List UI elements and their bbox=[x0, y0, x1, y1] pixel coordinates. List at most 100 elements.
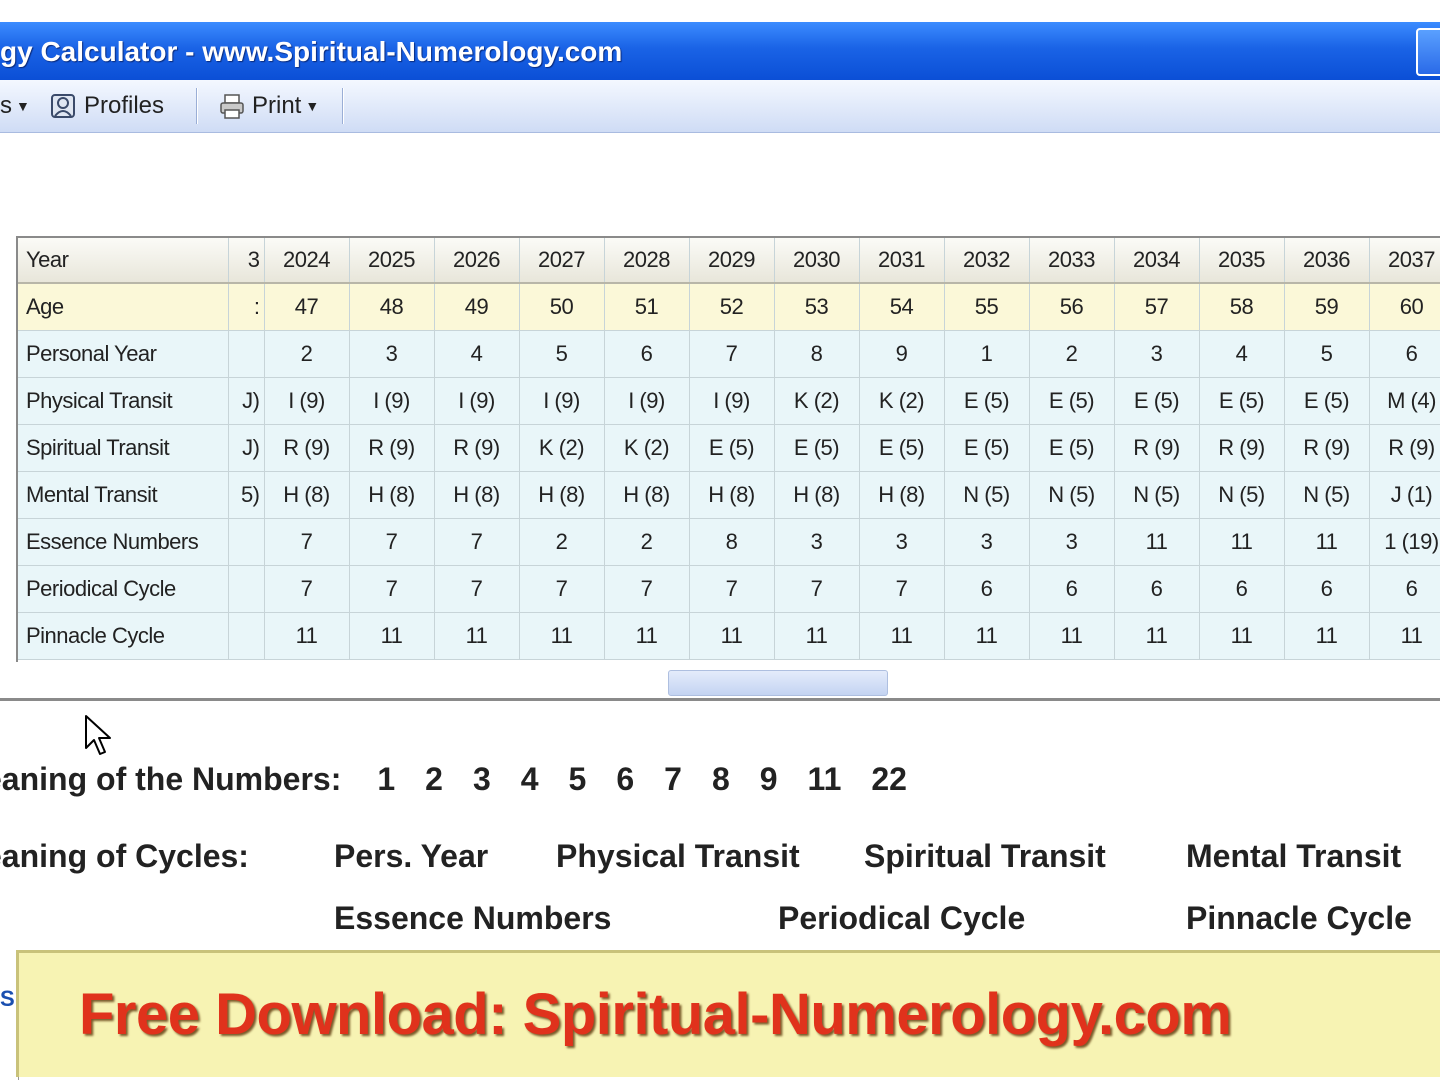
link-mental-transit[interactable]: Mental Transit bbox=[1186, 838, 1401, 875]
year-header-cell[interactable]: 2037 bbox=[1369, 238, 1440, 284]
table-cell[interactable]: I (9) bbox=[434, 377, 520, 425]
table-cell[interactable]: E (5) bbox=[1029, 424, 1115, 472]
table-cell[interactable]: 4 bbox=[1199, 330, 1285, 378]
table-cell[interactable]: H (8) bbox=[264, 471, 350, 519]
table-cell[interactable]: 3 bbox=[349, 330, 435, 378]
table-cell[interactable] bbox=[228, 565, 265, 613]
table-cell[interactable]: N (5) bbox=[1284, 471, 1370, 519]
print-button[interactable]: Print ▼ bbox=[218, 90, 319, 122]
number-link-1[interactable]: 1 bbox=[377, 761, 395, 798]
table-cell[interactable]: M (4) bbox=[1369, 377, 1440, 425]
table-cell[interactable]: I (9) bbox=[519, 377, 605, 425]
table-cell[interactable]: 52 bbox=[689, 283, 775, 331]
table-cell[interactable]: R (9) bbox=[434, 424, 520, 472]
table-cell[interactable]: 1 (19) bbox=[1369, 518, 1440, 566]
table-cell[interactable]: 8 bbox=[689, 518, 775, 566]
table-cell[interactable]: K (2) bbox=[519, 424, 605, 472]
table-cell[interactable]: 55 bbox=[944, 283, 1030, 331]
table-cell[interactable]: 54 bbox=[859, 283, 945, 331]
number-link-22[interactable]: 22 bbox=[871, 761, 907, 798]
table-cell[interactable]: 3 bbox=[1114, 330, 1200, 378]
table-cell[interactable]: 11 bbox=[1199, 612, 1285, 660]
table-cell[interactable]: 8 bbox=[774, 330, 860, 378]
table-cell[interactable]: E (5) bbox=[944, 377, 1030, 425]
table-cell[interactable]: 50 bbox=[519, 283, 605, 331]
table-cell[interactable]: 6 bbox=[1199, 565, 1285, 613]
table-cell[interactable]: 6 bbox=[1029, 565, 1115, 613]
table-cell[interactable]: 11 bbox=[1114, 612, 1200, 660]
table-cell[interactable]: 7 bbox=[434, 565, 520, 613]
table-cell[interactable]: N (5) bbox=[1199, 471, 1285, 519]
table-cell[interactable]: 49 bbox=[434, 283, 520, 331]
table-cell[interactable]: E (5) bbox=[1114, 377, 1200, 425]
table-cell[interactable]: H (8) bbox=[349, 471, 435, 519]
table-cell[interactable]: 3 bbox=[774, 518, 860, 566]
year-header-cell[interactable]: 2031 bbox=[859, 238, 945, 284]
table-cell[interactable]: 5 bbox=[519, 330, 605, 378]
table-cell[interactable]: 2 bbox=[1029, 330, 1115, 378]
table-cell[interactable]: 9 bbox=[859, 330, 945, 378]
table-cell[interactable]: 11 bbox=[774, 612, 860, 660]
table-cell[interactable]: 2 bbox=[604, 518, 690, 566]
table-cell[interactable]: N (5) bbox=[1029, 471, 1115, 519]
number-link-3[interactable]: 3 bbox=[473, 761, 491, 798]
table-cell[interactable]: 11 bbox=[1284, 518, 1370, 566]
scrollbar-thumb[interactable] bbox=[668, 670, 888, 696]
table-cell[interactable]: J) bbox=[228, 377, 265, 425]
year-header-cell[interactable]: 2033 bbox=[1029, 238, 1115, 284]
table-cell[interactable]: I (9) bbox=[264, 377, 350, 425]
table-cell[interactable]: 3 bbox=[944, 518, 1030, 566]
table-cell[interactable]: E (5) bbox=[689, 424, 775, 472]
year-header-cell[interactable]: 2034 bbox=[1114, 238, 1200, 284]
number-link-9[interactable]: 9 bbox=[760, 761, 778, 798]
table-cell[interactable]: 3 bbox=[859, 518, 945, 566]
year-header-cell[interactable]: 2027 bbox=[519, 238, 605, 284]
table-cell[interactable]: 7 bbox=[264, 518, 350, 566]
table-cell[interactable]: 53 bbox=[774, 283, 860, 331]
table-cell[interactable]: 7 bbox=[434, 518, 520, 566]
table-cell[interactable]: I (9) bbox=[689, 377, 775, 425]
table-cell[interactable]: 2 bbox=[519, 518, 605, 566]
year-header-cell[interactable]: 2025 bbox=[349, 238, 435, 284]
year-header-cell[interactable]: 2032 bbox=[944, 238, 1030, 284]
table-cell[interactable]: R (9) bbox=[349, 424, 435, 472]
table-cell[interactable]: 48 bbox=[349, 283, 435, 331]
year-header-cell[interactable]: 2026 bbox=[434, 238, 520, 284]
table-cell[interactable]: 60 bbox=[1369, 283, 1440, 331]
table-cell[interactable]: H (8) bbox=[519, 471, 605, 519]
year-header-cell[interactable]: 2035 bbox=[1199, 238, 1285, 284]
link-physical-transit[interactable]: Physical Transit bbox=[556, 838, 800, 875]
link-pers-year[interactable]: Pers. Year bbox=[334, 838, 488, 875]
table-cell[interactable]: 58 bbox=[1199, 283, 1285, 331]
link-pinnacle-cycle[interactable]: Pinnacle Cycle bbox=[1186, 900, 1412, 937]
table-cell[interactable] bbox=[228, 518, 265, 566]
table-cell[interactable]: 11 bbox=[689, 612, 775, 660]
table-cell[interactable]: R (9) bbox=[264, 424, 350, 472]
table-cell[interactable]: J (1) bbox=[1369, 471, 1440, 519]
table-cell[interactable]: 11 bbox=[434, 612, 520, 660]
table-cell[interactable]: 59 bbox=[1284, 283, 1370, 331]
year-header-cell[interactable]: 2036 bbox=[1284, 238, 1370, 284]
window-control-button[interactable] bbox=[1416, 28, 1440, 76]
table-cell[interactable]: 11 bbox=[1284, 612, 1370, 660]
table-cell[interactable]: R (9) bbox=[1199, 424, 1285, 472]
table-cell[interactable]: 7 bbox=[349, 565, 435, 613]
table-cell[interactable]: 6 bbox=[1284, 565, 1370, 613]
table-cell[interactable]: 7 bbox=[519, 565, 605, 613]
link-spiritual-transit[interactable]: Spiritual Transit bbox=[864, 838, 1106, 875]
table-cell[interactable]: 7 bbox=[859, 565, 945, 613]
table-cell[interactable]: H (8) bbox=[434, 471, 520, 519]
horizontal-scrollbar[interactable] bbox=[0, 662, 1440, 701]
table-cell[interactable]: E (5) bbox=[1029, 377, 1115, 425]
table-cell[interactable]: 11 bbox=[604, 612, 690, 660]
table-cell[interactable]: 6 bbox=[1369, 565, 1440, 613]
table-cell[interactable]: J) bbox=[228, 424, 265, 472]
table-cell[interactable]: 6 bbox=[1114, 565, 1200, 613]
table-cell[interactable]: E (5) bbox=[1199, 377, 1285, 425]
table-cell[interactable]: H (8) bbox=[689, 471, 775, 519]
table-cell[interactable]: 11 bbox=[1114, 518, 1200, 566]
table-cell[interactable]: 6 bbox=[944, 565, 1030, 613]
table-cell[interactable]: 11 bbox=[1199, 518, 1285, 566]
table-cell[interactable]: N (5) bbox=[1114, 471, 1200, 519]
table-cell[interactable]: H (8) bbox=[859, 471, 945, 519]
